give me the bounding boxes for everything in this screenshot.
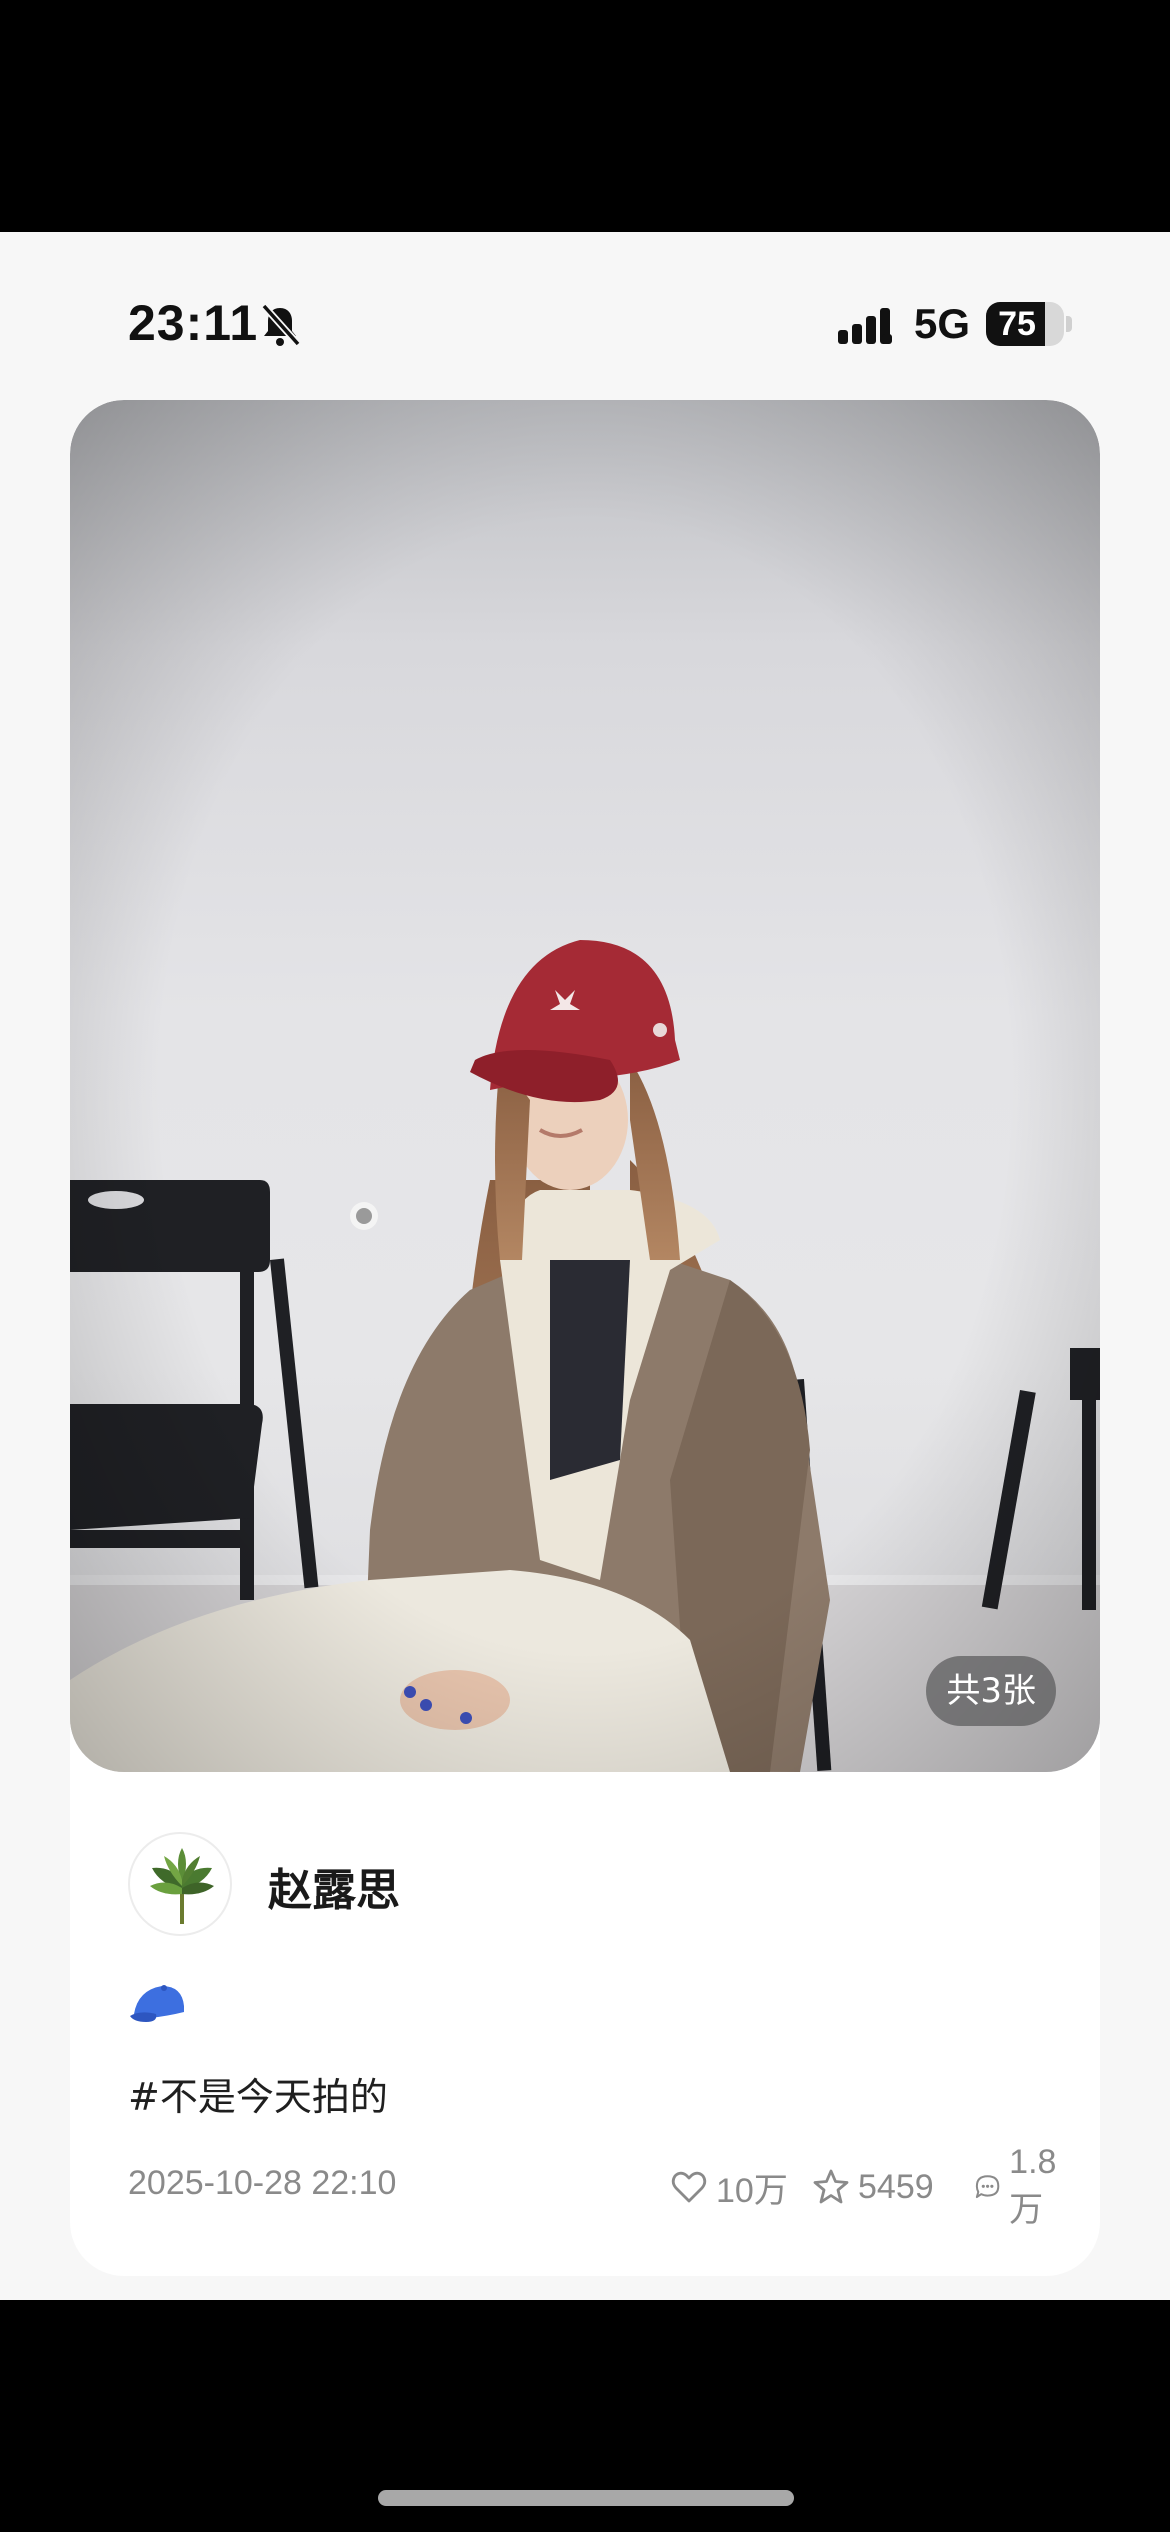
battery-icon: 75 bbox=[986, 302, 1064, 346]
like-button[interactable]: 10万 bbox=[670, 2162, 788, 2212]
post-text[interactable]: #不是今天拍的 bbox=[128, 2066, 388, 2121]
post-date: 2025-10-28 22:10 bbox=[128, 2164, 397, 2202]
post-card[interactable]: 共3张 赵露思 #不是今天拍的 2025-10-28 22:10 10万 545… bbox=[70, 400, 1100, 2276]
avatar[interactable] bbox=[128, 1832, 232, 1936]
image-count-badge: 共3张 bbox=[926, 1656, 1056, 1726]
status-time: 23:11 bbox=[128, 295, 259, 351]
top-letterbox bbox=[0, 0, 1170, 232]
favorite-button[interactable]: 5459 bbox=[812, 2162, 934, 2212]
like-count: 10万 bbox=[716, 2171, 788, 2210]
photo-illustration bbox=[70, 400, 1100, 1772]
status-bar: 23:11 5G 75 bbox=[0, 292, 1170, 362]
favorite-count: 5459 bbox=[858, 2167, 934, 2206]
leaf-bundle-icon bbox=[150, 1848, 214, 1924]
star-icon bbox=[813, 2169, 849, 2204]
author-name[interactable]: 赵露思 bbox=[268, 1854, 400, 1918]
heart-icon bbox=[671, 2171, 707, 2203]
comment-button[interactable]: 1.8万 bbox=[974, 2143, 1067, 2229]
bell-muted-icon bbox=[261, 303, 301, 347]
network-type: 5G bbox=[914, 300, 971, 347]
signal-icon bbox=[838, 308, 892, 344]
author-row[interactable]: 赵露思 bbox=[128, 1832, 1028, 1936]
post-meta-row: 2025-10-28 22:10 10万 5459 1.8万 bbox=[128, 2143, 1058, 2229]
app-screen: 23:11 5G 75 共3张 赵露思 #不是今天拍的 2025-10-28 2… bbox=[0, 232, 1170, 2300]
home-indicator[interactable] bbox=[378, 2490, 794, 2506]
battery-level: 75 bbox=[998, 305, 1036, 343]
comment-icon bbox=[975, 2175, 1000, 2199]
cap-emoji-icon bbox=[130, 1985, 184, 2022]
battery-cap bbox=[1066, 316, 1072, 332]
comment-count: 1.8万 bbox=[1009, 2143, 1057, 2229]
post-photo[interactable]: 共3张 bbox=[70, 400, 1100, 1772]
